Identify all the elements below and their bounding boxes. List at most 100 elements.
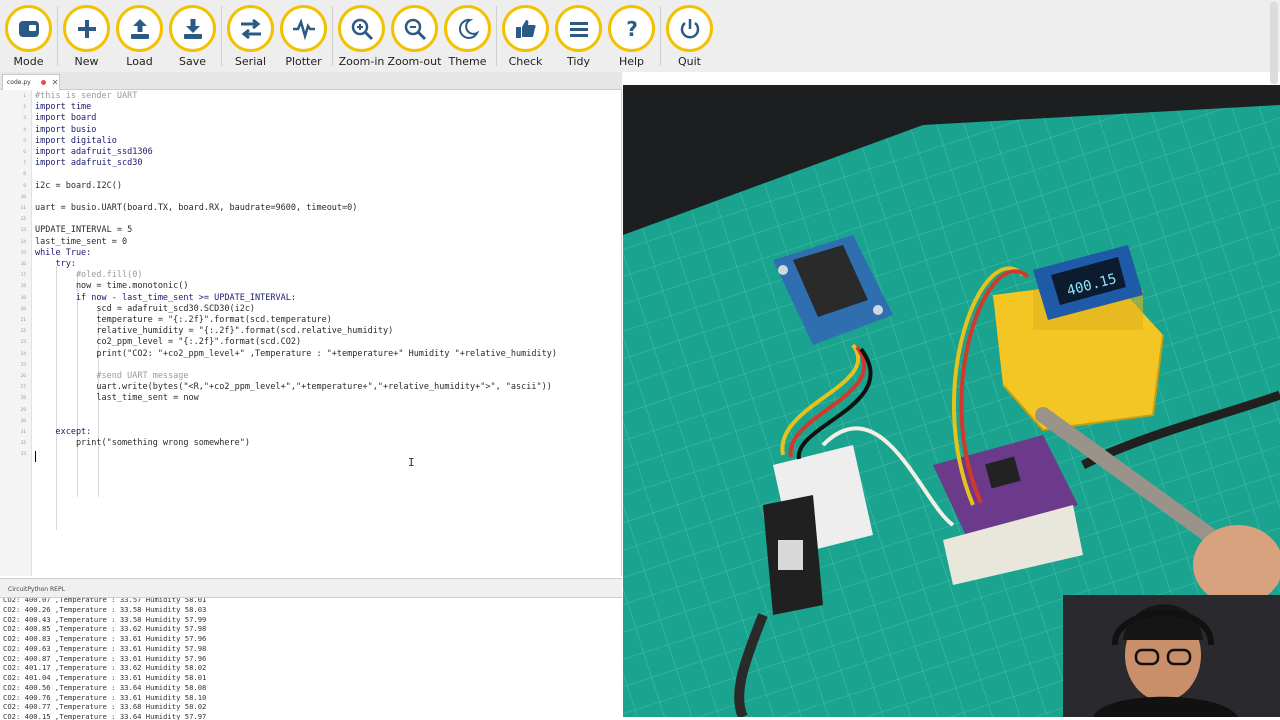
thumbs-up-icon (515, 19, 536, 38)
toolbar-divider (496, 6, 497, 66)
download-icon (183, 18, 202, 39)
mouse-ibeam-icon: I (408, 456, 415, 469)
close-icon[interactable]: ✕ (52, 78, 59, 87)
save-button[interactable]: Save (166, 0, 219, 68)
line-number: 20 (20, 306, 26, 312)
text-cursor (35, 451, 36, 462)
mode-label: Mode (13, 55, 44, 68)
repl-line: CO2: 400.56 ,Temperature : 33.64 Humidit… (3, 682, 207, 692)
zoom-out-button[interactable]: Zoom-out (388, 0, 441, 68)
waveform-icon (292, 17, 315, 40)
line-number: 25 (20, 362, 26, 368)
line-number: 30 (20, 418, 26, 424)
line-number-gutter: 1 2 3 4 5 6 7 8 9 10 11 12 13 14 15 16 17 18 19 20 21 22 23 24 2… (0, 90, 32, 576)
mode-button[interactable]: Mode (2, 0, 55, 68)
load-button[interactable]: Load (113, 0, 166, 68)
line-number: 7 (23, 161, 26, 167)
webcam-video-panel: 400.15 (623, 85, 1280, 717)
unsaved-dot-icon (40, 80, 46, 85)
line-number: 27 (20, 385, 26, 391)
line-number: 16 (20, 262, 26, 267)
repl-output[interactable]: CO2: 400.07 ,Temperature : 33.57 Humidit… (0, 598, 622, 720)
repl-line: CO2: 400.07 ,Temperature : 33.57 Humidit… (3, 598, 207, 604)
tidy-label: Tidy (567, 55, 590, 68)
question-icon: ? (626, 17, 638, 41)
repl-line: CO2: 400.15 ,Temperature : 33.64 Humidit… (3, 712, 207, 720)
check-button[interactable]: Check (499, 0, 552, 68)
power-icon (680, 18, 699, 38)
code-line: print("CO2: "+co2_ppm_level+" ,Temperatu… (35, 348, 557, 359)
serial-button[interactable]: Serial (224, 0, 277, 68)
zoom-in-button[interactable]: Zoom-in (335, 0, 388, 68)
save-label: Save (178, 55, 206, 68)
code-line: scd = adafruit_scd30.SCD30(i2c) (35, 303, 256, 314)
zoom-in-icon (351, 18, 373, 40)
code-line: UPDATE_INTERVAL = 5 (35, 225, 133, 236)
tidy-button[interactable]: Tidy (552, 0, 605, 68)
line-number: 8 (23, 172, 26, 178)
line-number: 24 (20, 351, 26, 357)
new-label: New (74, 55, 99, 68)
line-number: 5 (23, 138, 26, 144)
svg-text:?: ? (626, 17, 638, 41)
new-button[interactable]: New (60, 0, 113, 68)
line-number: 11 (20, 206, 26, 211)
line-number: 14 (20, 239, 26, 245)
repl-line: CO2: 400.26 ,Temperature : 33.58 Humidit… (3, 604, 207, 614)
help-button[interactable]: ? Help (605, 0, 658, 68)
zoom-out-icon (404, 18, 426, 40)
presenter-webcam (1063, 595, 1280, 717)
quit-button[interactable]: Quit (663, 0, 716, 68)
tab-bar: code.py ✕ (0, 72, 622, 90)
code-line: import adafruit_scd30 (35, 158, 143, 169)
toolbar-scrollbar[interactable] (1270, 2, 1278, 84)
repl-header: CircuitPython REPL (0, 578, 622, 598)
line-number: 13 (20, 228, 26, 234)
code-line: while True: (35, 247, 92, 258)
code-line: import digitalio (35, 135, 117, 146)
line-number: 18 (20, 284, 26, 290)
theme-button[interactable]: Theme (441, 0, 494, 68)
plus-icon (77, 19, 96, 38)
line-number: 9 (23, 183, 26, 189)
serial-label: Serial (234, 55, 267, 68)
repl-line: CO2: 400.63 ,Temperature : 33.61 Humidit… (3, 643, 207, 653)
code-line: try: (35, 259, 76, 269)
line-number: 19 (20, 295, 26, 301)
line-number: 12 (20, 217, 26, 223)
code-line: print("something wrong somewhere") (35, 438, 250, 449)
code-line: import time (35, 102, 92, 113)
repl-line: CO2: 400.85 ,Temperature : 33.62 Humidit… (3, 624, 207, 634)
code-line: uart.write(bytes("<R,"+co2_ppm_level+","… (35, 382, 552, 393)
code-line: relative_humidity = "{:.2f}".format(scd.… (35, 326, 394, 337)
lines-icon (569, 21, 588, 37)
line-number: 21 (20, 318, 26, 323)
code-line: if now - last_time_sent >= UPDATE_INTERV… (35, 292, 296, 303)
plotter-button[interactable]: Plotter (277, 0, 330, 68)
swap-arrows-icon (240, 18, 261, 39)
zoom-in-label: Zoom-in (338, 55, 385, 68)
tab-filename: code.py (7, 79, 31, 86)
code-line: temperature = "{:.2f}".format(scd.temper… (35, 315, 332, 325)
line-number: 15 (20, 250, 26, 256)
line-number: 10 (20, 194, 26, 200)
code-line: except: (35, 427, 92, 437)
code-line: #oled.fill(0) (35, 270, 143, 281)
repl-line: CO2: 401.17 ,Temperature : 33.62 Humidit… (3, 663, 207, 673)
line-number: 23 (20, 340, 26, 346)
help-label: Help (618, 55, 645, 68)
mode-icon (18, 20, 39, 37)
line-number: 1 (23, 94, 26, 99)
code-line: import board (35, 113, 97, 124)
repl-line: CO2: 400.43 ,Temperature : 33.58 Humidit… (3, 614, 207, 624)
repl-line: CO2: 400.76 ,Temperature : 33.61 Humidit… (3, 692, 207, 702)
code-line: import adafruit_ssd1306 (35, 147, 153, 157)
code-editor[interactable]: 1 2 3 4 5 6 7 8 9 10 11 12 13 14 15 16 17 18 19 20 21 22 23 24 2… (0, 90, 622, 576)
line-number: 33 (20, 452, 26, 458)
tab-code-py[interactable]: code.py ✕ (2, 74, 60, 90)
line-number: 31 (20, 430, 26, 435)
code-line: i2c = board.I2C() (35, 180, 122, 191)
line-number: 22 (20, 329, 26, 335)
repl-title: CircuitPython REPL (8, 586, 65, 593)
cutting-mat-scene: 400.15 (623, 85, 1280, 717)
